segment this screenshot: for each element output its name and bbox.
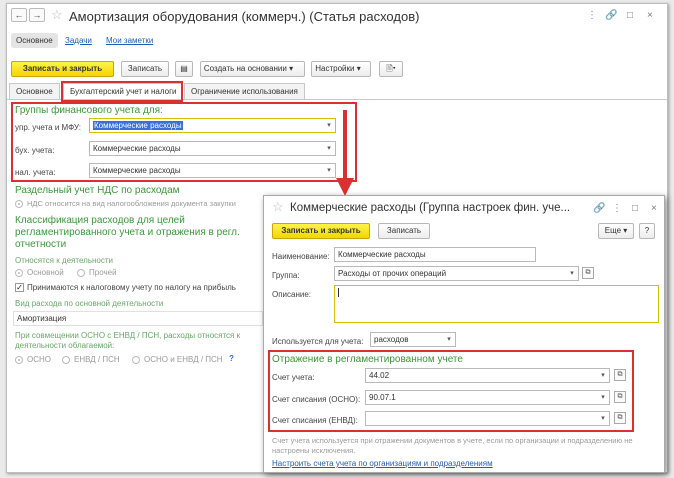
more-menu-icon[interactable]: ⋮ (587, 10, 597, 22)
maximize-icon[interactable]: □ (627, 10, 633, 22)
configure-accounts-link[interactable]: Настроить счета учета по организациям и … (272, 459, 493, 468)
class-header: Классификация расходов для целей регламе… (15, 215, 240, 250)
osno-radio[interactable] (15, 356, 23, 364)
back-button[interactable]: ← (11, 8, 27, 22)
writeoff-osno-dropdown-icon[interactable]: ▾ (597, 391, 609, 404)
writeoff-osno-open-icon[interactable]: ⧉ (614, 391, 626, 403)
group-label: Группа: (272, 271, 300, 280)
popup-save-button[interactable]: Записать (378, 223, 430, 239)
account-open-icon[interactable]: ⧉ (614, 369, 626, 381)
writeoff-envd-dropdown-icon[interactable]: ▾ (597, 412, 609, 425)
writeoff-osno-field[interactable]: 90.07.1 (365, 390, 610, 405)
activity-label: Относятся к деятельности (15, 256, 113, 265)
tab-divider (7, 99, 667, 100)
report-icon[interactable]: ▤ (175, 61, 193, 77)
popup-link-icon[interactable]: 🔗 (593, 203, 605, 215)
form-tab-restrictions[interactable]: Ограничение использования (184, 83, 305, 99)
writeoff-envd-open-icon[interactable]: ⧉ (614, 412, 626, 424)
expense-kind-field[interactable]: Амортизация (13, 311, 263, 326)
popup-more-icon[interactable]: ⋮ (612, 203, 622, 215)
group-field[interactable]: Расходы от прочих операций (334, 266, 579, 281)
accepted-tax-checkbox[interactable]: ✓ (15, 283, 24, 292)
popup-help-button[interactable]: ? (639, 223, 655, 239)
osno-envd-radio[interactable] (132, 356, 140, 364)
tax-field[interactable]: Коммерческие расходы (89, 163, 336, 178)
acc-value: Коммерческие расходы (93, 144, 181, 153)
acc-label: бух. учета: (15, 146, 55, 155)
vat-radio[interactable] (15, 200, 23, 208)
desc-label: Описание: (272, 290, 312, 299)
popup-save-close-button[interactable]: Записать и закрыть (272, 223, 370, 239)
create-based-label: Создать на основании (203, 64, 287, 73)
expense-kind-value: Амортизация (17, 314, 67, 323)
popup-close-icon[interactable]: × (651, 203, 657, 215)
account-label: Счет учета: (272, 373, 315, 382)
tab-notes[interactable]: Мои заметки (106, 36, 153, 45)
create-based-button[interactable]: Создать на основании ▾ (200, 61, 305, 77)
name-value: Коммерческие расходы (338, 250, 426, 259)
text-cursor (338, 288, 339, 297)
form-tab-accounting[interactable]: Бухгалтерский учет и налоги (63, 83, 184, 100)
writeoff-envd-label: Счет списания (ЕНВД): (272, 416, 358, 425)
mgmt-value: Коммерческие расходы (93, 121, 183, 130)
writeoff-osno-label: Счет списания (ОСНО): (272, 395, 361, 404)
account-dropdown-icon[interactable]: ▾ (597, 369, 609, 382)
activity-other-label: Прочей (89, 268, 117, 277)
envd-label: ЕНВД / ПСН (74, 355, 120, 364)
save-close-button[interactable]: Записать и закрыть (11, 61, 114, 77)
used-for-dropdown-icon[interactable]: ▾ (443, 333, 455, 346)
writeoff-envd-field[interactable] (365, 411, 610, 426)
window-title: Амортизация оборудования (коммерч.) (Ста… (69, 9, 420, 24)
name-label: Наименование: (272, 252, 330, 261)
activity-other-radio[interactable] (77, 269, 85, 277)
forward-button[interactable]: → (29, 8, 45, 22)
popup-more-label: Еще (604, 226, 622, 235)
settings-label: Настройки (315, 64, 355, 73)
accepted-tax-label: Принимаются к налоговому учету по налогу… (27, 283, 236, 292)
writeoff-osno-value: 90.07.1 (369, 393, 396, 402)
acc-field[interactable]: Коммерческие расходы (89, 141, 336, 156)
activity-main-label: Основной (27, 268, 64, 277)
osno-question: При совмещении ОСНО с ЕНВД / ПСН, расход… (15, 331, 241, 350)
favorite-star-icon[interactable]: ☆ (51, 8, 63, 22)
accounts-note: Счет учета используется при отражении до… (272, 436, 633, 455)
save-button[interactable]: Записать (121, 61, 169, 77)
tax-value: Коммерческие расходы (93, 166, 181, 175)
osno-envd-label: ОСНО и ЕНВД / ПСН (144, 355, 223, 364)
activity-main-radio[interactable] (15, 269, 23, 277)
settings-button[interactable]: Настройки ▾ (311, 61, 371, 77)
account-field[interactable]: 44.02 (365, 368, 610, 383)
tab-tasks[interactable]: Задачи (65, 36, 92, 45)
popup-more-button[interactable]: Еще ▾ (598, 223, 634, 239)
form-tab-main[interactable]: Основное (9, 83, 60, 99)
popup-maximize-icon[interactable]: □ (632, 203, 638, 215)
desc-field[interactable] (334, 285, 659, 323)
vat-header: Раздельный учет НДС по расходам (15, 185, 180, 196)
close-icon[interactable]: × (647, 10, 653, 22)
used-for-label: Используется для учета: (272, 337, 364, 346)
link-icon[interactable]: 🔗 (605, 10, 617, 22)
popup-favorite-star-icon[interactable]: ☆ (272, 200, 284, 214)
expense-kind-label: Вид расхода по основной деятельности (15, 299, 164, 308)
help-icon[interactable]: ? (229, 354, 234, 363)
tax-label: нал. учета: (15, 168, 56, 177)
group-value: Расходы от прочих операций (338, 269, 447, 278)
vat-option-label: НДС относится на вид налогообложения док… (27, 199, 236, 208)
group-open-icon[interactable]: ⧉ (582, 267, 594, 279)
group-dropdown-icon[interactable]: ▾ (566, 267, 578, 280)
popup-title: Коммерческие расходы (Группа настроек фи… (290, 202, 571, 214)
used-for-value: расходов (374, 335, 409, 344)
envd-radio[interactable] (62, 356, 70, 364)
groups-header: Группы финансового учета для: (15, 105, 163, 116)
osno-label: ОСНО (27, 355, 51, 364)
tab-main[interactable]: Основное (11, 33, 58, 48)
mgmt-field[interactable]: Коммерческие расходы (89, 118, 336, 133)
mgmt-label: упр. учета и МФУ: (15, 123, 81, 132)
popup-window: ☆ Коммерческие расходы (Группа настроек … (263, 195, 665, 473)
attachments-icon[interactable]: 🗎▾ (379, 61, 403, 77)
reg-header: Отражение в регламентированном учете (272, 354, 463, 365)
name-field[interactable]: Коммерческие расходы (334, 247, 536, 262)
account-value: 44.02 (369, 371, 390, 380)
arrow-pointer-icon (336, 110, 354, 196)
